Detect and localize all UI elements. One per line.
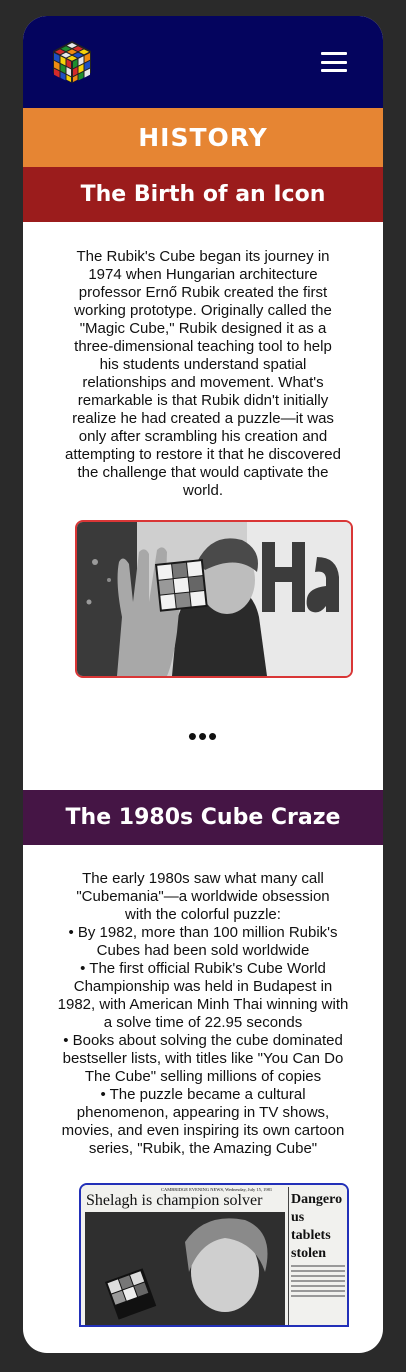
menu-line — [321, 60, 347, 64]
section-body-text: The Rubik's Cube began its journey in 19… — [65, 248, 341, 499]
list-item: The puzzle became a cultural phenomenon,… — [57, 1086, 349, 1158]
menu-line — [321, 52, 347, 55]
section-heading-bar: The Birth of an Icon — [23, 167, 383, 222]
list-item: By 1982, more than 100 million Rubik's C… — [57, 924, 349, 960]
section-heading: The Birth of an Icon — [80, 182, 326, 207]
newspaper-clipping-photo: CAMBRIDGE EVENING NEWS, Wednesday, July … — [79, 1183, 349, 1327]
clipping-photo-illustration — [85, 1212, 285, 1325]
page-title-bar: HISTORY — [23, 108, 383, 167]
clipping-side-headline: Dangerous tablets stolen from poo — [291, 1192, 343, 1261]
section-heading-bar: The 1980s Cube Craze — [23, 790, 383, 845]
section-intro-text: The early 1980s saw what many call "Cube… — [76, 870, 330, 923]
phone-screen: HISTORY The Birth of an Icon The Rubik's… — [23, 16, 383, 1353]
clipping-headline: Shelagh is champion solver — [86, 1192, 263, 1209]
list-item: The first official Rubik's Cube World Ch… — [57, 960, 349, 1032]
clipping-body-columns — [291, 1265, 345, 1300]
more-indicator[interactable]: ••• — [23, 723, 383, 749]
hamburger-menu-icon[interactable] — [321, 52, 347, 72]
section-heading: The 1980s Cube Craze — [65, 805, 341, 830]
clipping-photo — [85, 1212, 285, 1325]
rubik-portrait-illustration — [77, 522, 351, 676]
list-item: Books about solving the cube dominated b… — [57, 1032, 349, 1086]
top-navigation-bar — [23, 16, 383, 108]
column-divider — [288, 1187, 289, 1325]
facts-list: By 1982, more than 100 million Rubik's C… — [23, 924, 383, 1158]
menu-line — [321, 69, 347, 72]
rubik-portrait-photo — [75, 520, 353, 678]
rubiks-cube-logo-icon[interactable] — [49, 39, 95, 85]
page-title: HISTORY — [138, 123, 268, 152]
